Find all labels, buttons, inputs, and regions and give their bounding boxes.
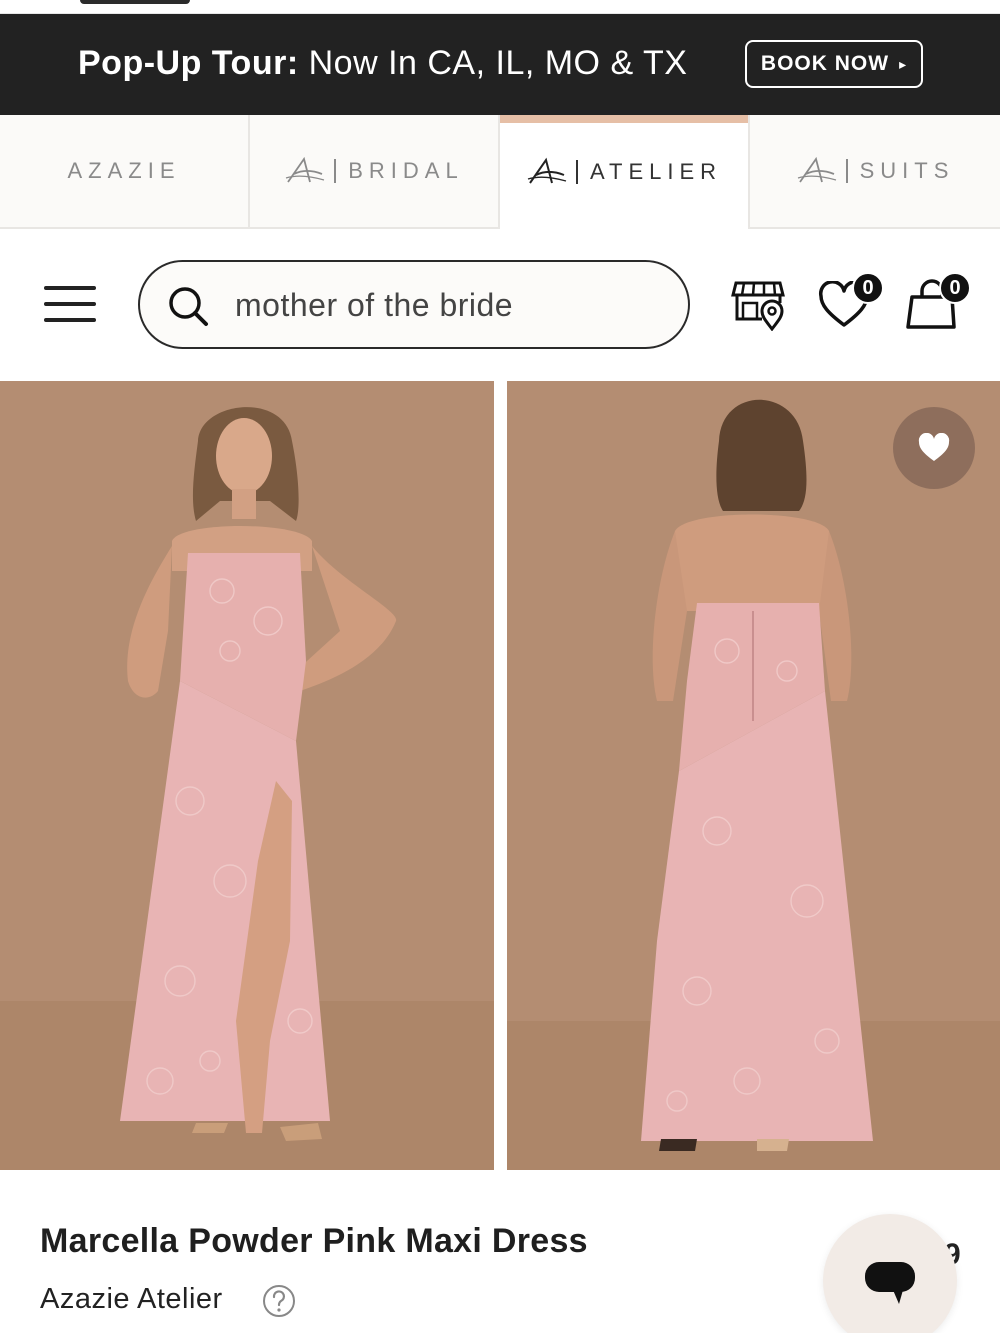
promo-text: Pop-Up Tour: Now In CA, IL, MO & TX — [78, 44, 687, 83]
dress-front-image — [0, 381, 494, 1170]
book-now-button[interactable]: BOOK NOW ▸ — [745, 40, 923, 88]
site-header: mother of the bride 0 0 — [0, 229, 1000, 379]
status-strip — [0, 0, 1000, 14]
promo-label-bold: Pop-Up Tour: — [78, 44, 299, 82]
product-title: Marcella Powder Pink Maxi Dress — [40, 1222, 588, 1260]
tab-label-wrap: SUITS — [796, 156, 955, 186]
search-input[interactable]: mother of the bride — [138, 260, 690, 349]
search-icon — [169, 287, 208, 326]
tab-label-wrap: ATELIER — [526, 157, 722, 187]
tab-divider — [845, 159, 848, 183]
dress-back-photo[interactable] — [507, 381, 1000, 1170]
store-locator-icon[interactable] — [730, 273, 788, 331]
wishlist-count-badge: 0 — [852, 272, 884, 304]
tab-bridal[interactable]: BRIDAL — [250, 115, 500, 229]
tab-label-wrap: BRIDAL — [284, 156, 463, 186]
azazie-logo-icon — [286, 156, 325, 183]
book-now-label: BOOK NOW — [760, 52, 890, 75]
tab-label: SUITS — [859, 158, 955, 183]
arrow-right-icon: ▸ — [899, 55, 908, 72]
dress-back-image — [507, 381, 1000, 1170]
azazie-logo-icon — [797, 156, 836, 183]
cart-count-badge: 0 — [939, 272, 971, 304]
search-value: mother of the bride — [235, 287, 514, 323]
promo-banner: Pop-Up Tour: Now In CA, IL, MO & TX BOOK… — [0, 14, 1000, 115]
product-gallery — [0, 381, 1000, 1170]
heart-filled-icon — [918, 433, 950, 461]
tab-suits[interactable]: SUITS — [750, 115, 1000, 229]
tab-label: AZAZIE — [67, 158, 181, 183]
product-brand[interactable]: Azazie Atelier — [40, 1283, 223, 1316]
tab-divider — [334, 159, 337, 183]
brand-tabs: AZAZIE BRIDAL ATELIER SUITS — [0, 115, 1000, 229]
azazie-logo-icon — [527, 157, 567, 184]
chat-button[interactable] — [823, 1214, 957, 1333]
chat-bubble-icon — [865, 1262, 915, 1304]
tab-divider — [575, 160, 578, 184]
menu-icon[interactable] — [44, 284, 96, 324]
favorite-button[interactable] — [893, 407, 975, 489]
dress-front-photo[interactable] — [0, 381, 494, 1170]
window-grabber — [80, 0, 190, 4]
tab-atelier[interactable]: ATELIER — [500, 115, 750, 229]
promo-label: Now In CA, IL, MO & TX — [298, 44, 688, 82]
tab-label: BRIDAL — [348, 158, 464, 183]
tab-label: ATELIER — [589, 159, 723, 184]
tab-azazie[interactable]: AZAZIE — [0, 115, 250, 229]
question-circle-icon[interactable] — [262, 1284, 296, 1318]
